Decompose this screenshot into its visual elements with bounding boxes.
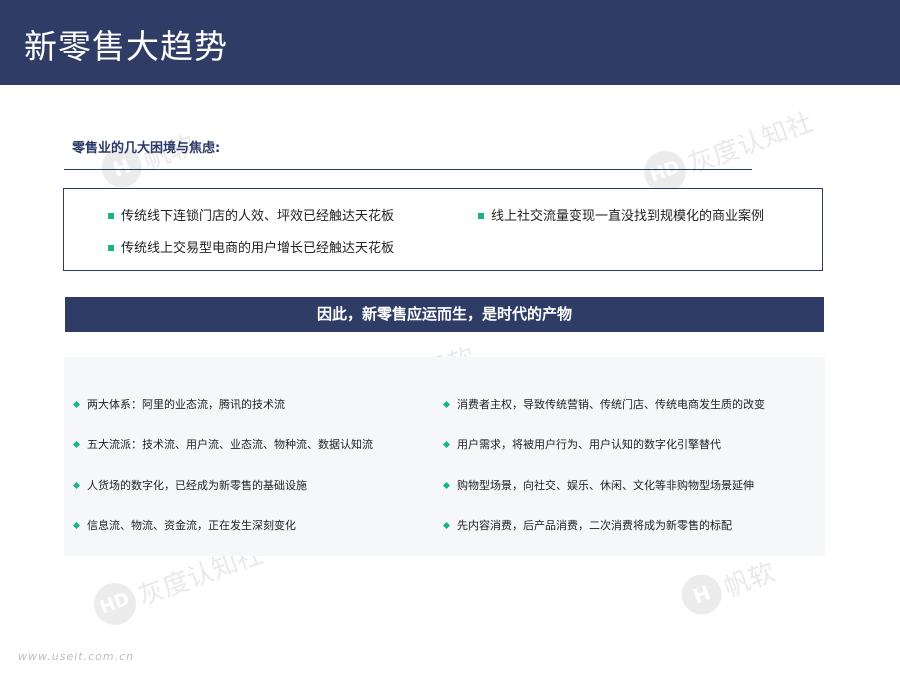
issues-box	[63, 188, 823, 271]
heading-divider	[64, 169, 752, 170]
issue-item: 传统线上交易型电商的用户增长已经触达天花板	[108, 237, 394, 256]
square-bullet-icon	[108, 244, 114, 251]
conclusion-banner: 因此，新零售应运而生，是时代的产物	[65, 297, 824, 332]
footer-url-watermark: www.useit.com.cn	[18, 650, 135, 663]
diamond-bullet-icon	[72, 481, 81, 489]
watermark-fanruan: H 帆软	[96, 123, 200, 194]
section-heading: 零售业的几大困境与焦虑:	[72, 141, 221, 156]
watermark-fanruan-bottom: H 帆软	[676, 550, 780, 621]
point-item: 人货场的数字化，已经成为新零售的基础设施	[72, 477, 307, 493]
point-item: 先内容消费，后产品消费，二次消费将成为新零售的标配	[442, 517, 732, 533]
issue-item: 传统线下连锁门店的人效、坪效已经触达天花板	[108, 205, 394, 224]
diamond-bullet-icon	[442, 481, 451, 489]
watermark-huidu: HD灰度认知社	[638, 99, 818, 199]
point-item: 用户需求，将被用户行为、用户认知的数字化引擎替代	[442, 436, 721, 452]
diamond-bullet-icon	[72, 400, 81, 408]
diamond-bullet-icon	[72, 440, 81, 448]
point-item: 消费者主权，导致传统营销、传统门店、传统电商发生质的改变	[442, 396, 765, 412]
huidu-logo-icon: HD	[88, 577, 142, 631]
page-title: 新零售大趋势	[24, 27, 228, 66]
point-item: 两大体系：阿里的业态流，腾讯的技术流	[72, 396, 285, 412]
diamond-bullet-icon	[442, 440, 451, 448]
square-bullet-icon	[108, 212, 114, 219]
point-item: 五大流派：技术流、用户流、业态流、物种流、数据认知流	[72, 436, 373, 452]
diamond-bullet-icon	[72, 521, 81, 529]
header-bar: 新零售大趋势	[0, 0, 900, 85]
point-item: 信息流、物流、资金流，正在发生深刻变化	[72, 517, 296, 533]
square-bullet-icon	[478, 212, 484, 219]
diamond-bullet-icon	[442, 521, 451, 529]
point-item: 购物型场景，向社交、娱乐、休闲、文化等非购物型场景延伸	[442, 477, 754, 493]
fanruan-logo-icon: H	[676, 568, 728, 621]
diamond-bullet-icon	[442, 400, 451, 408]
issue-item: 线上社交流量变现一直没找到规模化的商业案例	[478, 205, 764, 224]
